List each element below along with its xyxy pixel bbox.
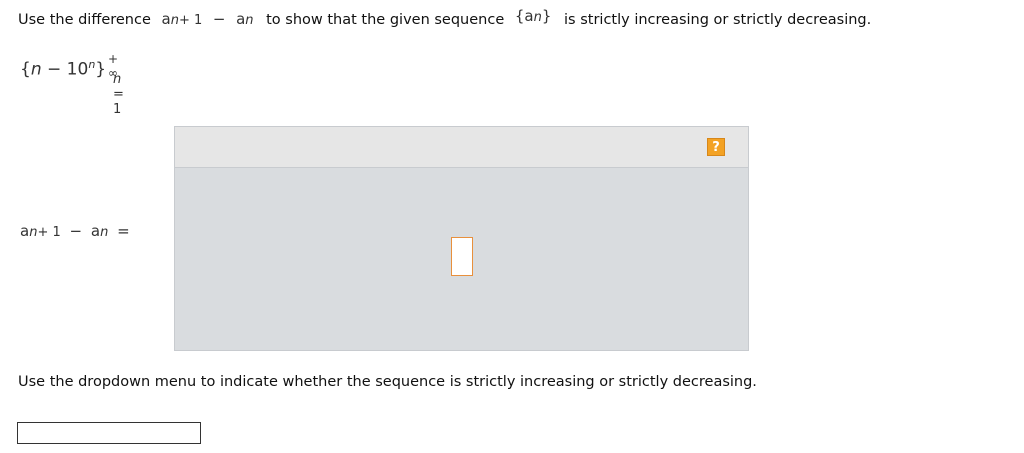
lower-value: = 1 (113, 87, 124, 117)
answer-input[interactable] (451, 237, 473, 276)
var-a: a (236, 10, 246, 28)
minus-sign: − (69, 222, 83, 240)
sequence-set: {an} (515, 7, 552, 25)
var-n: n (170, 13, 179, 28)
var-n: n (113, 72, 122, 87)
question-suffix: is strictly increasing or strictly decre… (564, 12, 872, 28)
var-a: a (90, 222, 101, 240)
difference-label: an+ 1 − an = (20, 222, 130, 240)
a-n-term: an (236, 10, 253, 28)
base-ten: 10 (66, 59, 89, 80)
var-n: n (100, 225, 109, 240)
minus-sign: − (212, 10, 226, 28)
help-button[interactable]: ? (707, 138, 725, 156)
lower-bound: n = 1 (113, 72, 124, 117)
dropdown-instruction: Use the dropdown menu to indicate whethe… (18, 374, 757, 390)
var-a: a (524, 7, 534, 25)
var-n: n (245, 13, 254, 28)
answer-work-panel: ? (174, 126, 749, 351)
plus-one: + 1 (37, 225, 61, 240)
brace-open: { (514, 7, 525, 25)
sequence-expression: {n − 10n} + ∞ n = 1 (20, 52, 124, 117)
var-a: a (161, 10, 171, 28)
minus-sign: − (47, 59, 62, 80)
plus-one: + 1 (178, 13, 203, 28)
var-a: a (20, 222, 30, 240)
a-n-plus-1-term: an+ 1 (162, 10, 203, 28)
var-n: n (30, 59, 42, 80)
equals-sign: = (117, 222, 130, 240)
brace-close: } (95, 59, 107, 80)
work-panel-toolbar: ? (175, 127, 748, 168)
question-prefix: Use the difference (18, 12, 151, 28)
question-text: Use the difference an+ 1 − an to show th… (18, 7, 872, 28)
var-n: n (533, 10, 542, 25)
question-middle: to show that the given sequence (266, 12, 505, 28)
brace-close: } (541, 7, 552, 25)
brace-open: { (20, 59, 31, 80)
increasing-decreasing-dropdown[interactable] (17, 422, 201, 444)
